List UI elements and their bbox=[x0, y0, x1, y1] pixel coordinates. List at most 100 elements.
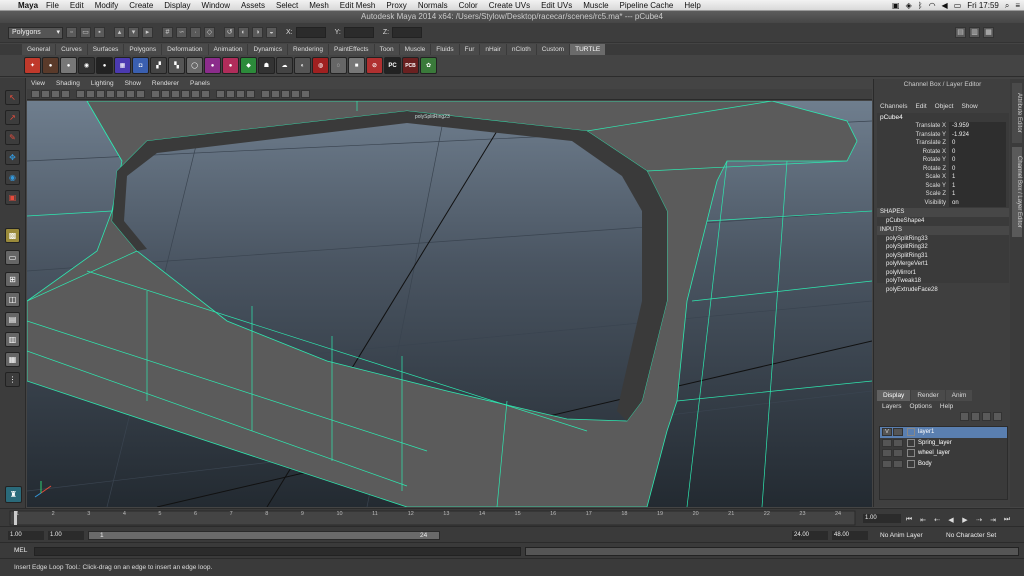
show-attribute-editor-icon[interactable]: ▤ bbox=[955, 27, 966, 38]
input-node[interactable]: polySplitRing31 bbox=[877, 252, 1009, 261]
render-icon[interactable]: ◐ bbox=[238, 27, 249, 38]
shelf-tab-painteffects[interactable]: PaintEffects bbox=[328, 44, 374, 55]
turtle-icon[interactable]: ✦ bbox=[24, 57, 41, 74]
layer-playback-toggle[interactable] bbox=[893, 459, 903, 468]
skull-icon[interactable]: ☗ bbox=[258, 57, 275, 74]
shadows-icon[interactable] bbox=[201, 90, 210, 98]
wireframe-icon[interactable] bbox=[151, 90, 160, 98]
sphere-icon[interactable]: ● bbox=[60, 57, 77, 74]
layout-persp-outliner-icon[interactable]: ▤ bbox=[5, 312, 20, 327]
depth-of-field-icon[interactable] bbox=[246, 90, 255, 98]
play-forwards-icon[interactable]: ▶ bbox=[960, 516, 970, 524]
menu-color[interactable]: Color bbox=[459, 1, 478, 10]
layer-name[interactable]: Spring_layer bbox=[918, 438, 952, 449]
shelf-tab-toon[interactable]: Toon bbox=[374, 44, 399, 55]
red-ball-icon[interactable]: ● bbox=[222, 57, 239, 74]
light-grid-icon[interactable]: ▞ bbox=[150, 57, 167, 74]
menu-create-uvs[interactable]: Create UVs bbox=[489, 1, 530, 10]
shape-node[interactable]: pCubeShape4 bbox=[877, 217, 1009, 226]
panel-menu-shading[interactable]: Shading bbox=[56, 79, 80, 89]
gate-mask-icon[interactable] bbox=[106, 90, 115, 98]
shelf-tab-muscle[interactable]: Muscle bbox=[399, 44, 431, 55]
move-layer-up-icon[interactable] bbox=[960, 412, 969, 421]
select-object-icon[interactable]: ▾ bbox=[128, 27, 139, 38]
attr-rotate-x[interactable]: Rotate X0 bbox=[877, 147, 1009, 156]
new-scene-icon[interactable]: ▫ bbox=[66, 27, 77, 38]
ambient-occlusion-icon[interactable] bbox=[216, 90, 225, 98]
menu-normals[interactable]: Normals bbox=[418, 1, 448, 10]
attr-value[interactable]: 0 bbox=[949, 139, 1006, 148]
layer-playback-toggle[interactable] bbox=[893, 428, 903, 436]
shelf-tab-ncloth[interactable]: nCloth bbox=[506, 44, 536, 55]
render-sphere-icon[interactable]: ◉ bbox=[78, 57, 95, 74]
dropbox-icon[interactable]: ◈ bbox=[906, 1, 912, 10]
last-tool-icon[interactable]: ▩ bbox=[5, 228, 20, 243]
select-tool-icon[interactable]: ↖ bbox=[5, 90, 20, 105]
motion-blur-icon[interactable] bbox=[226, 90, 235, 98]
smooth-shade-icon[interactable] bbox=[161, 90, 170, 98]
shelf-tab-fur[interactable]: Fur bbox=[459, 44, 480, 55]
mel-label[interactable]: MEL bbox=[14, 547, 27, 554]
layer-name[interactable]: layer1 bbox=[918, 427, 934, 438]
attr-scale-z[interactable]: Scale Z1 bbox=[877, 190, 1009, 199]
attr-value[interactable]: 0 bbox=[949, 164, 1006, 173]
layer-color-swatch[interactable] bbox=[907, 449, 915, 457]
attr-value[interactable]: 0 bbox=[949, 156, 1006, 165]
input-node[interactable]: polyMergeVert1 bbox=[877, 260, 1009, 269]
menu-display[interactable]: Display bbox=[164, 1, 190, 10]
panel-menu-renderer[interactable]: Renderer bbox=[152, 79, 179, 89]
input-node[interactable]: polyExtrudeFace28 bbox=[877, 286, 1009, 295]
time-slider[interactable]: 1 2 3 4 5 6 7 8 9 10 11 12 13 14 15 16 17 18 19 20 21 22 23 24 … bbox=[0, 508, 1024, 526]
multisample-icon[interactable] bbox=[236, 90, 245, 98]
layout-two-icon[interactable]: ◫ bbox=[5, 292, 20, 307]
layer-playback-toggle[interactable] bbox=[893, 438, 903, 447]
menu-create[interactable]: Create bbox=[129, 1, 153, 10]
attr-visibility[interactable]: Visibility on bbox=[877, 198, 1009, 207]
menu-help[interactable]: Help bbox=[684, 1, 700, 10]
layer-color-swatch[interactable] bbox=[907, 459, 915, 468]
snap-grid-icon[interactable]: # bbox=[162, 27, 173, 38]
playback-start-field[interactable]: 1.00 bbox=[48, 531, 84, 540]
shelf-tab-nhair[interactable]: nHair bbox=[480, 44, 506, 55]
paint-select-icon[interactable]: ✎ bbox=[5, 130, 20, 145]
green-script-icon[interactable]: ✿ bbox=[420, 57, 437, 74]
film-gate-icon[interactable] bbox=[86, 90, 95, 98]
green-light-icon[interactable]: ◆ bbox=[240, 57, 257, 74]
shelf-tab-curves[interactable]: Curves bbox=[56, 44, 87, 55]
final-gather-icon[interactable]: ◘ bbox=[132, 57, 149, 74]
panel-menu-panels[interactable]: Panels bbox=[190, 79, 210, 89]
layer-menu-help[interactable]: Help bbox=[940, 403, 953, 410]
snap-plane-icon[interactable]: ◇ bbox=[204, 27, 215, 38]
open-scene-icon[interactable]: ▭ bbox=[80, 27, 91, 38]
input-node[interactable]: polySplitRing32 bbox=[877, 243, 1009, 252]
attr-value[interactable]: 1 bbox=[949, 190, 1006, 199]
shelf-tab-polygons[interactable]: Polygons bbox=[124, 44, 162, 55]
new-layer-selected-icon[interactable] bbox=[993, 412, 1002, 421]
resolution-gate-icon[interactable] bbox=[96, 90, 105, 98]
photon-map-icon[interactable]: ▦ bbox=[114, 57, 131, 74]
layer-playback-toggle[interactable] bbox=[893, 449, 903, 457]
menu-proxy[interactable]: Proxy bbox=[386, 1, 406, 10]
layout-single-icon[interactable]: ▭ bbox=[5, 250, 20, 265]
menu-muscle[interactable]: Muscle bbox=[583, 1, 608, 10]
no-icon[interactable]: ⊘ bbox=[366, 57, 383, 74]
channel-box-object-name[interactable]: pCube4 bbox=[877, 113, 1009, 122]
step-back-frame-icon[interactable]: ⇤ bbox=[918, 516, 928, 524]
show-channel-box-icon[interactable]: ▦ bbox=[983, 27, 994, 38]
menu-pipeline-cache[interactable]: Pipeline Cache bbox=[620, 1, 674, 10]
menu-assets[interactable]: Assets bbox=[241, 1, 265, 10]
attr-value[interactable]: -3.959 bbox=[949, 122, 1006, 131]
panel-menu-view[interactable]: View bbox=[31, 79, 45, 89]
gray-ball-icon[interactable]: ◯ bbox=[186, 57, 203, 74]
grid-toggle-icon[interactable] bbox=[76, 90, 85, 98]
layout-four-icon[interactable]: ⊞ bbox=[5, 272, 20, 287]
tab-display[interactable]: Display bbox=[877, 390, 911, 401]
save-scene-icon[interactable]: ▪ bbox=[94, 27, 105, 38]
wireframe-on-shaded-icon[interactable] bbox=[171, 90, 180, 98]
current-frame-field[interactable]: 1.00 bbox=[863, 514, 901, 523]
menu-set-selector[interactable]: Polygons bbox=[8, 26, 63, 39]
panel-menu-lighting[interactable]: Lighting bbox=[91, 79, 114, 89]
end-time-field[interactable]: 48.00 bbox=[832, 531, 868, 540]
layer-menu-options[interactable]: Options bbox=[910, 403, 932, 410]
attr-rotate-z[interactable]: Rotate Z0 bbox=[877, 164, 1009, 173]
